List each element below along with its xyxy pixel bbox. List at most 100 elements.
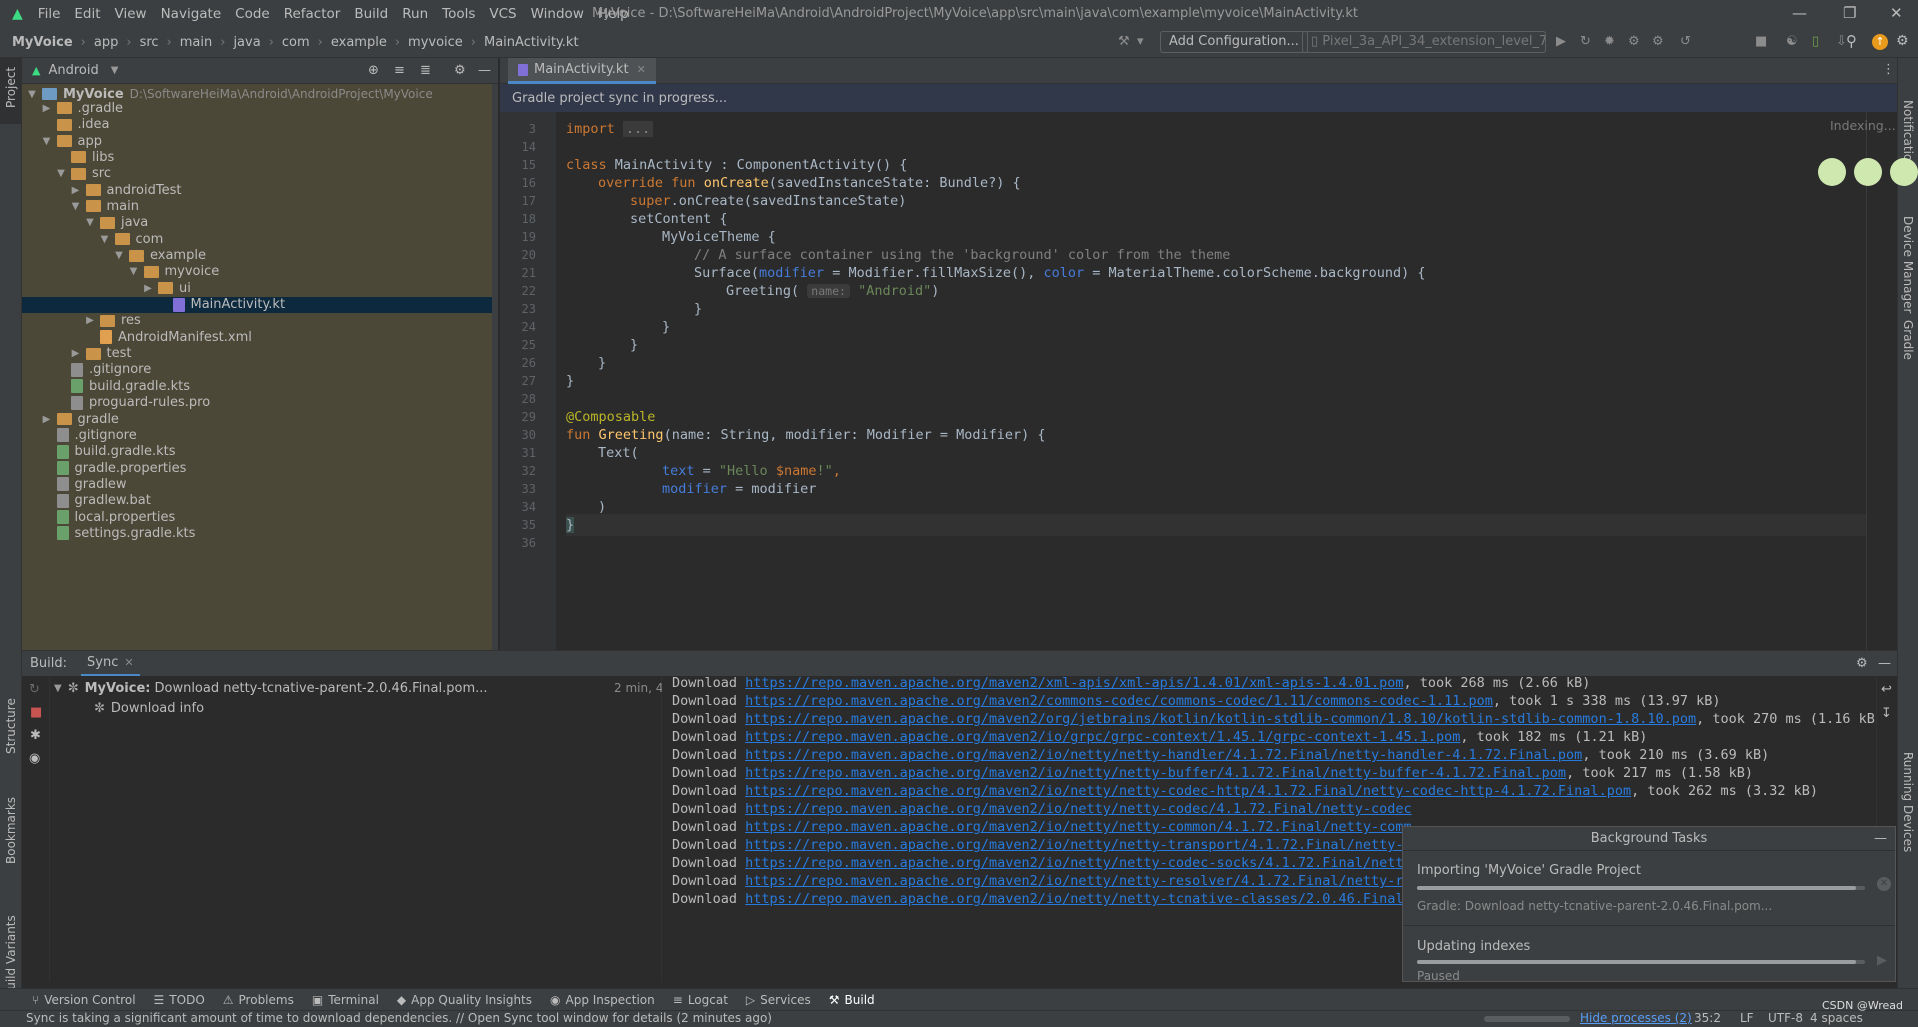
breadcrumb-item[interactable]: example [331,35,387,50]
chevron-down-icon[interactable]: ▼ [54,683,62,694]
structure-tool-tab[interactable]: Structure [4,698,18,754]
chevron-right-icon[interactable]: ▶ [41,103,53,114]
menu-tools[interactable]: Tools [435,6,482,22]
panel-settings-icon[interactable]: ⚙ [454,63,466,78]
download-link[interactable]: https://repo.maven.apache.org/maven2/io/… [745,747,1582,763]
search-icon[interactable]: ⚲ [1846,32,1857,50]
pin-icon[interactable]: ✱ [30,728,41,743]
project-view-selector[interactable]: Android [48,63,98,78]
menu-file[interactable]: File [31,6,68,22]
tree-item[interactable]: gradlew.bat [22,493,498,509]
breadcrumb-item[interactable]: src [140,35,159,50]
breadcrumb-item[interactable]: main [180,35,212,50]
build-task-row[interactable]: ▼ ✼ MyVoice: Download netty-tcnative-par… [54,678,695,698]
update-notification-icon[interactable]: ↑ [1872,34,1888,50]
tree-item[interactable]: ▶ gradle [22,411,498,427]
breadcrumb-item[interactable]: app [94,35,118,50]
tool-problems[interactable]: ⚠ Problems [223,993,294,1007]
collapse-all-icon[interactable]: ≡ [394,63,405,78]
menu-navigate[interactable]: Navigate [154,6,229,22]
close-icon[interactable]: ✕ [1890,4,1903,22]
run-icon[interactable]: ▶ [1556,34,1566,49]
tool-build[interactable]: ⚒ Build [829,993,875,1007]
stop-icon[interactable]: ■ [1755,34,1767,49]
breadcrumb-item[interactable]: com [282,35,310,50]
hide-processes-link[interactable]: Hide processes (2) [1580,1011,1692,1025]
tab-mainactivity[interactable]: MainActivity.kt ✕ [508,58,656,84]
device-manager-icon[interactable]: ▯ [1812,34,1819,49]
download-link[interactable]: https://repo.maven.apache.org/maven2/io/… [745,801,1411,817]
dropdown-arrow-icon[interactable]: ▾ [1137,34,1144,49]
menu-refactor[interactable]: Refactor [277,6,348,22]
chevron-down-icon[interactable]: ▼ [111,65,119,76]
breadcrumb-item[interactable]: myvoice [408,35,463,50]
resync-icon[interactable]: ↻ [29,682,40,697]
stop-icon[interactable]: ■ [30,705,42,720]
tree-item[interactable]: gradlew [22,476,498,492]
chevron-right-icon[interactable]: ▶ [84,315,96,326]
tree-item[interactable]: ▼ app [22,133,498,149]
tree-item[interactable]: build.gradle.kts [22,378,498,394]
file-encoding[interactable]: UTF-8 [1768,1011,1803,1025]
tool-terminal[interactable]: ▣ Terminal [312,993,379,1007]
tree-item[interactable]: ▶ res [22,313,498,329]
tree-item[interactable]: gradle.properties [22,460,498,476]
tool-todo[interactable]: ☰ TODO [154,993,205,1007]
status-message[interactable]: Sync is taking a significant amount of t… [26,1011,772,1025]
menu-run[interactable]: Run [395,6,435,22]
profile-icon[interactable]: ⚙ [1628,34,1640,49]
close-tab-icon[interactable]: ✕ [124,656,133,669]
tree-item[interactable]: ▶ .gradle [22,100,498,116]
tool-app-inspection[interactable]: ◉ App Inspection [550,993,655,1007]
settings-icon[interactable]: ⚙ [1896,33,1909,49]
download-link[interactable]: https://repo.maven.apache.org/maven2/io/… [745,819,1411,835]
tree-item[interactable]: ▶ ui [22,280,498,296]
breadcrumb-item[interactable]: MainActivity.kt [484,35,579,50]
running-devices-tool-tab[interactable]: Running Devices [1901,752,1915,852]
soft-wrap-icon[interactable]: ↩ [1881,682,1892,697]
minimize-icon[interactable]: — [1792,4,1807,22]
tree-item[interactable]: ▼ myvoice [22,264,498,280]
build-variants-tool-tab[interactable]: Build Variants [4,915,18,998]
gradle-tool-tab[interactable]: Gradle [1901,320,1915,360]
chevron-down-icon[interactable]: ▼ [128,266,140,277]
tool-services[interactable]: ▷ Services [746,993,811,1007]
chevron-down-icon[interactable]: ▼ [99,234,111,245]
tool-version-control[interactable]: ⑂ Version Control [32,993,136,1007]
line-separator[interactable]: LF [1740,1011,1754,1025]
download-link[interactable]: https://repo.maven.apache.org/maven2/org… [745,711,1696,727]
menu-vcs[interactable]: VCS [482,6,523,22]
editor-menu-icon[interactable]: ⋮ [1882,62,1895,77]
tab-sync[interactable]: Sync ✕ [81,651,140,677]
download-link[interactable]: https://repo.maven.apache.org/maven2/com… [745,693,1493,709]
tree-item[interactable]: .idea [22,117,498,133]
caret-position[interactable]: 35:2 [1694,1011,1721,1025]
chevron-down-icon[interactable]: ▼ [84,217,96,228]
expand-all-icon[interactable]: ≣ [420,63,431,78]
download-link[interactable]: https://repo.maven.apache.org/maven2/io/… [745,783,1631,799]
tool-logcat[interactable]: ≡ Logcat [673,993,728,1007]
hide-build-icon[interactable]: — [1878,656,1891,671]
tree-item[interactable]: ▶ test [22,346,498,362]
menu-edit[interactable]: Edit [67,6,107,22]
build-subtask-row[interactable]: ✼ Download info [94,698,204,718]
indent-setting[interactable]: 4 spaces [1810,1011,1863,1025]
hide-panel-icon[interactable]: — [478,63,491,78]
download-link[interactable]: https://repo.maven.apache.org/maven2/io/… [745,765,1566,781]
close-tab-icon[interactable]: ✕ [637,63,646,76]
download-link[interactable]: https://repo.maven.apache.org/maven2/xml… [745,676,1403,691]
tree-item[interactable]: ▼ example [22,248,498,264]
tree-item[interactable]: AndroidManifest.xml [22,329,498,345]
tree-item[interactable]: .gitignore [22,362,498,378]
chevron-down-icon[interactable]: ▼ [41,136,53,147]
rerun-icon[interactable]: ↻ [1580,34,1591,49]
chevron-down-icon[interactable]: ▼ [55,168,67,179]
apply-changes-icon[interactable]: ↺ [1680,34,1691,49]
code-area[interactable]: import ... class MainActivity : Componen… [566,112,1866,650]
chevron-right-icon[interactable]: ▶ [70,185,82,196]
chevron-down-icon[interactable]: ▼ [113,250,125,261]
scroll-to-end-icon[interactable]: ↧ [1881,706,1892,721]
download-link[interactable]: https://repo.maven.apache.org/maven2/io/… [745,873,1411,889]
build-settings-icon[interactable]: ⚙ [1856,656,1868,671]
breadcrumb-item[interactable]: java [233,35,260,50]
